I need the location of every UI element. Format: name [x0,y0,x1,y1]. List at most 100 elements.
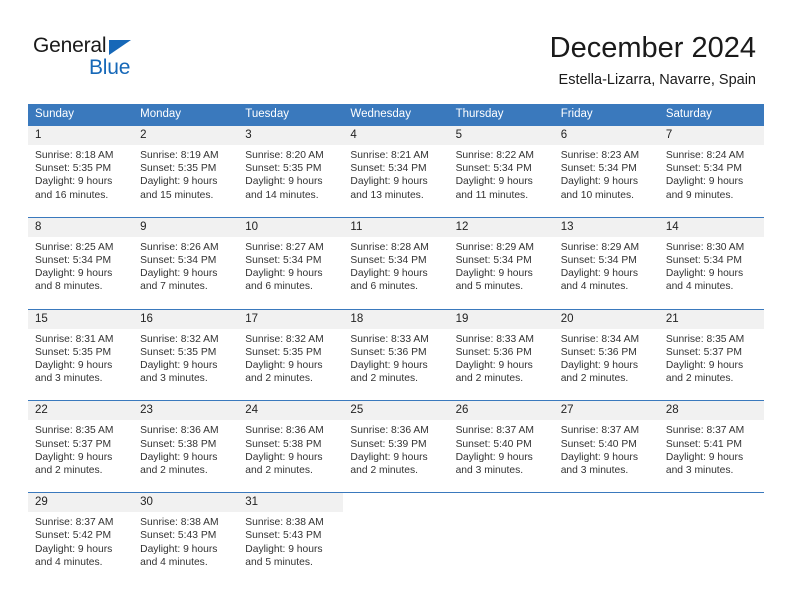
day-cell[interactable]: 20 Sunrise: 8:34 AM Sunset: 5:36 PM Dayl… [553,309,659,392]
weekday-wednesday: Wednesday [350,108,411,120]
daylight-text-line2: and 2 minutes. [245,373,313,385]
logo-word-blue: Blue [89,56,131,79]
sunset-text: Sunset: 5:43 PM [140,530,217,542]
day-number: 14 [658,217,764,237]
sunset-text: Sunset: 5:41 PM [665,438,742,450]
sunset-text: Sunset: 5:34 PM [35,255,112,267]
day-cell[interactable]: 10 Sunrise: 8:27 AM Sunset: 5:34 PM Dayl… [238,217,344,300]
day-cell[interactable]: 31 Sunrise: 8:38 AM Sunset: 5:43 PM Dayl… [238,493,344,576]
week-row: 22 Sunrise: 8:35 AM Sunset: 5:37 PM Dayl… [28,400,764,484]
sunset-text: Sunset: 5:34 PM [455,163,532,175]
week-row: 8 Sunrise: 8:25 AM Sunset: 5:34 PM Dayli… [28,216,764,300]
day-cell[interactable]: 30 Sunrise: 8:38 AM Sunset: 5:43 PM Dayl… [133,493,239,576]
day-cell[interactable]: 24 Sunrise: 8:36 AM Sunset: 5:38 PM Dayl… [238,401,344,484]
day-info: Sunrise: 8:29 AM Sunset: 5:34 PM Dayligh… [554,237,659,300]
day-number: 23 [133,401,239,421]
daylight-text-line1: Daylight: 9 hours [245,268,323,280]
day-cell[interactable]: 11 Sunrise: 8:28 AM Sunset: 5:34 PM Dayl… [343,217,449,300]
daylight-text-line2: and 3 minutes. [560,465,629,477]
day-cell[interactable]: 17 Sunrise: 8:32 AM Sunset: 5:35 PM Dayl… [238,309,344,392]
day-cell[interactable]: 14 Sunrise: 8:30 AM Sunset: 5:34 PM Dayl… [658,217,764,300]
day-cell[interactable]: 19 Sunrise: 8:33 AM Sunset: 5:36 PM Dayl… [448,309,554,392]
daylight-text-line2: and 6 minutes. [350,281,418,293]
daylight-text-line1: Daylight: 9 hours [560,451,638,463]
day-cell[interactable]: 28 Sunrise: 8:37 AM Sunset: 5:41 PM Dayl… [658,401,764,484]
day-info: Sunrise: 8:32 AM Sunset: 5:35 PM Dayligh… [238,329,343,392]
sunrise-text: Sunrise: 8:21 AM [350,150,429,161]
day-cell[interactable]: 29 Sunrise: 8:37 AM Sunset: 5:42 PM Dayl… [28,493,134,576]
general-blue-logo[interactable]: General Blue [33,34,213,82]
day-cell[interactable]: 27 Sunrise: 8:37 AM Sunset: 5:40 PM Dayl… [553,401,659,484]
day-cell[interactable]: 15 Sunrise: 8:31 AM Sunset: 5:35 PM Dayl… [28,309,134,392]
calendar-grid: Sunday Monday Tuesday Wednesday Thursday… [28,104,764,576]
day-number: 11 [343,217,449,237]
day-number: 26 [448,401,554,421]
day-number: 25 [343,401,449,421]
page-header: General Blue December 2024 Estella-Lizar… [0,0,792,104]
day-number: 18 [343,309,449,329]
day-info: Sunrise: 8:20 AM Sunset: 5:35 PM Dayligh… [238,145,343,208]
day-info: Sunrise: 8:29 AM Sunset: 5:34 PM Dayligh… [449,237,554,300]
daylight-text-line2: and 13 minutes. [350,189,424,201]
day-cell[interactable]: 8 Sunrise: 8:25 AM Sunset: 5:34 PM Dayli… [28,217,134,300]
daylight-text-line1: Daylight: 9 hours [455,268,533,280]
day-info: Sunrise: 8:27 AM Sunset: 5:34 PM Dayligh… [238,237,343,300]
day-cell[interactable]: 21 Sunrise: 8:35 AM Sunset: 5:37 PM Dayl… [658,309,764,392]
daylight-text-line2: and 9 minutes. [665,189,734,201]
sunset-text: Sunset: 5:35 PM [35,346,112,358]
daylight-text-line1: Daylight: 9 hours [140,176,218,188]
sunrise-text: Sunrise: 8:29 AM [455,241,534,253]
day-cell[interactable]: 1 Sunrise: 8:18 AM Sunset: 5:35 PM Dayli… [28,126,134,208]
day-info: Sunrise: 8:22 AM Sunset: 5:34 PM Dayligh… [449,145,554,208]
day-info: Sunrise: 8:19 AM Sunset: 5:35 PM Dayligh… [133,145,238,208]
day-cell[interactable]: 13 Sunrise: 8:29 AM Sunset: 5:34 PM Dayl… [553,217,659,300]
daylight-text-line2: and 5 minutes. [455,281,524,293]
daylight-text-line2: and 16 minutes. [35,189,109,201]
sunrise-text: Sunrise: 8:37 AM [455,425,534,437]
weekday-friday: Friday [560,108,593,120]
sunset-text: Sunset: 5:34 PM [665,163,742,175]
sunrise-text: Sunrise: 8:30 AM [665,241,745,253]
day-cell[interactable]: 5 Sunrise: 8:22 AM Sunset: 5:34 PM Dayli… [448,126,554,208]
sunrise-text: Sunrise: 8:19 AM [140,150,219,161]
daylight-text-line1: Daylight: 9 hours [245,176,323,188]
day-number: 15 [28,309,134,329]
day-number: 8 [28,217,134,237]
sunset-text: Sunset: 5:34 PM [455,255,532,267]
daylight-text-line1: Daylight: 9 hours [245,451,323,463]
daylight-text-line1: Daylight: 9 hours [560,360,638,372]
day-number: 12 [448,217,554,237]
day-cell[interactable]: 3 Sunrise: 8:20 AM Sunset: 5:35 PM Dayli… [238,126,344,208]
day-cell[interactable]: 6 Sunrise: 8:23 AM Sunset: 5:34 PM Dayli… [553,126,659,208]
day-cell[interactable]: 18 Sunrise: 8:33 AM Sunset: 5:36 PM Dayl… [343,309,449,392]
sunrise-text: Sunrise: 8:37 AM [665,425,745,437]
sunrise-text: Sunrise: 8:28 AM [350,241,429,253]
daylight-text-line2: and 2 minutes. [140,465,208,477]
day-cell[interactable]: 16 Sunrise: 8:32 AM Sunset: 5:35 PM Dayl… [133,309,239,392]
day-cell[interactable]: 12 Sunrise: 8:29 AM Sunset: 5:34 PM Dayl… [448,217,554,300]
daylight-text-line2: and 7 minutes. [140,281,208,293]
day-cell[interactable]: 23 Sunrise: 8:36 AM Sunset: 5:38 PM Dayl… [133,401,239,484]
sunrise-text: Sunrise: 8:38 AM [140,517,219,529]
daylight-text-line2: and 2 minutes. [455,373,524,385]
day-number: 29 [28,493,134,513]
day-info: Sunrise: 8:36 AM Sunset: 5:38 PM Dayligh… [238,420,343,483]
day-number: 19 [448,309,554,329]
day-cell-empty [553,493,659,576]
day-cell[interactable]: 9 Sunrise: 8:26 AM Sunset: 5:34 PM Dayli… [133,217,239,300]
week-row: 15 Sunrise: 8:31 AM Sunset: 5:35 PM Dayl… [28,308,764,392]
daylight-text-line1: Daylight: 9 hours [665,176,744,188]
day-info: Sunrise: 8:35 AM Sunset: 5:37 PM Dayligh… [659,329,764,392]
sunrise-text: Sunrise: 8:25 AM [35,241,114,253]
sunset-text: Sunset: 5:43 PM [245,530,322,542]
day-number: 5 [448,126,554,145]
daylight-text-line1: Daylight: 9 hours [245,360,323,372]
weekday-tuesday: Tuesday [245,108,289,120]
day-cell[interactable]: 25 Sunrise: 8:36 AM Sunset: 5:39 PM Dayl… [343,401,449,484]
day-cell[interactable]: 26 Sunrise: 8:37 AM Sunset: 5:40 PM Dayl… [448,401,554,484]
day-cell[interactable]: 22 Sunrise: 8:35 AM Sunset: 5:37 PM Dayl… [28,401,134,484]
day-cell[interactable]: 4 Sunrise: 8:21 AM Sunset: 5:34 PM Dayli… [343,126,449,208]
day-cell[interactable]: 7 Sunrise: 8:24 AM Sunset: 5:34 PM Dayli… [658,126,764,208]
daylight-text-line1: Daylight: 9 hours [455,451,533,463]
day-cell[interactable]: 2 Sunrise: 8:19 AM Sunset: 5:35 PM Dayli… [133,126,239,208]
